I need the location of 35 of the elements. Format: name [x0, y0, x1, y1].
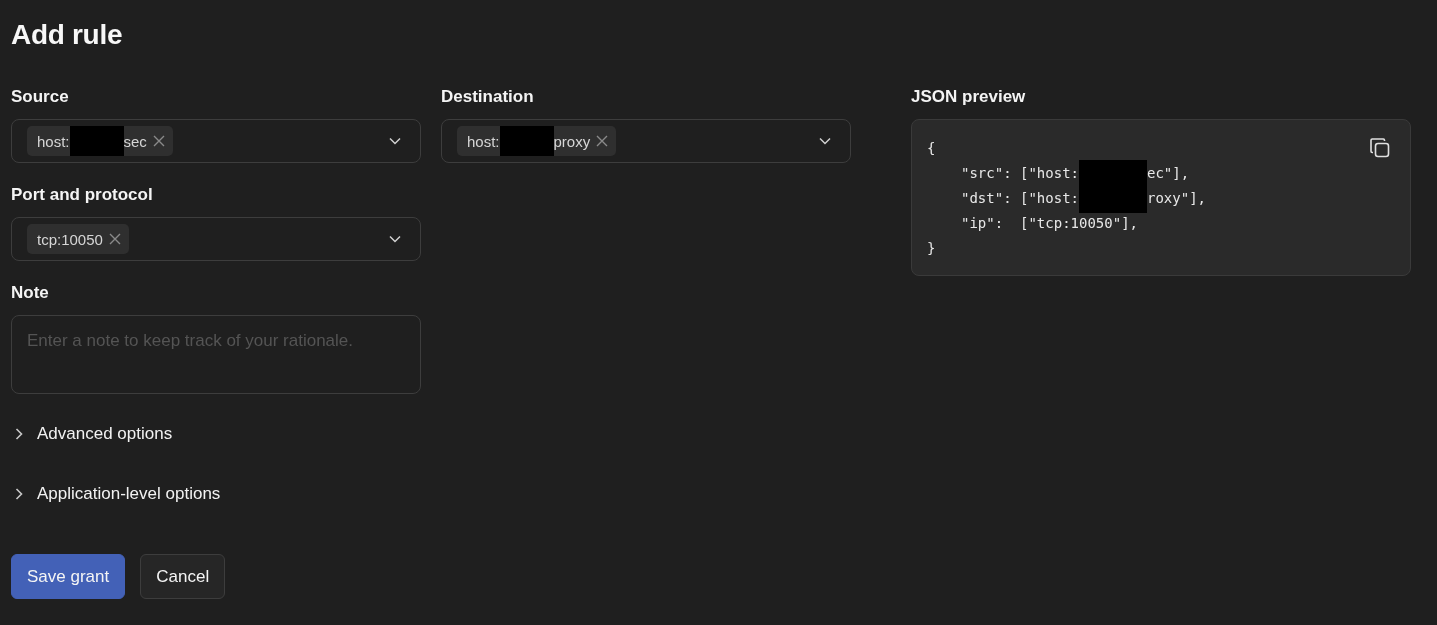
- save-button[interactable]: Save grant: [11, 554, 126, 599]
- field-label: Source: [11, 86, 69, 108]
- tag-label: sec: [123, 132, 147, 150]
- redaction-block: [499, 126, 554, 156]
- close-icon[interactable]: [152, 135, 165, 147]
- field-label: Port and protocol: [11, 184, 153, 206]
- field-label: Destination: [441, 86, 534, 108]
- chevron-down-icon[interactable]: [389, 235, 401, 243]
- code-text: "ip": ["tcp:10050"],: [961, 214, 1138, 233]
- field-label: Note: [11, 282, 49, 304]
- copy-icon[interactable]: [1370, 138, 1390, 158]
- code-text: "dst": ["host:: [961, 189, 1079, 208]
- field-label: JSON preview: [911, 86, 1026, 108]
- close-icon[interactable]: [108, 233, 121, 245]
- code-text: }: [927, 239, 936, 258]
- code-text: roxy"],: [1147, 189, 1207, 208]
- cancel-button[interactable]: Cancel: [140, 554, 226, 599]
- tag-select-field[interactable]: tcp:10050: [11, 217, 421, 261]
- redaction-block: [1079, 159, 1147, 188]
- tag-select-field[interactable]: host: proxy: [441, 119, 851, 163]
- page-title: Add rule: [11, 18, 124, 52]
- code-text: ec"],: [1147, 164, 1190, 183]
- code-text: "src": ["host:: [961, 164, 1079, 183]
- tag-label: tcp:10050: [37, 230, 103, 248]
- close-icon[interactable]: [596, 135, 609, 147]
- chevron-down-icon[interactable]: [389, 137, 401, 145]
- redaction-block: [69, 126, 124, 156]
- tag-label: host:: [37, 132, 70, 150]
- tag-label: proxy: [553, 132, 591, 150]
- tag-select-field[interactable]: host: sec: [11, 119, 421, 163]
- code-text: {: [927, 139, 936, 158]
- chevron-down-icon[interactable]: [819, 137, 831, 145]
- section-toggle[interactable]: Advanced options: [11, 419, 173, 449]
- tag-label: host:: [467, 132, 500, 150]
- section-toggle[interactable]: Application-level options: [11, 479, 221, 509]
